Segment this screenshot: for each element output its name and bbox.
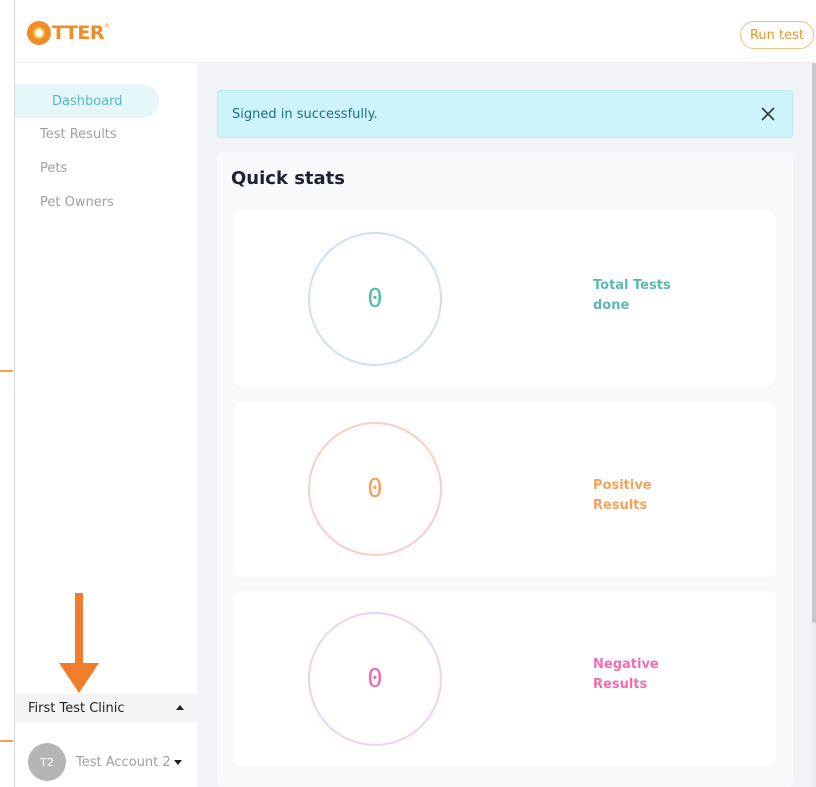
stat-total-tests: 0 Total Tests done (233, 211, 776, 387)
top-header: TTER ® Run test (15, 0, 816, 63)
account-menu[interactable]: T2 Test Account 2 (28, 743, 193, 781)
scrollbar-thumb[interactable] (812, 63, 816, 623)
stat-value: 0 (367, 284, 383, 314)
sidebar-item-dashboard[interactable]: Dashboard (15, 84, 159, 118)
stat-value: 0 (367, 474, 383, 504)
sidebar-item-test-results[interactable]: Test Results (40, 117, 117, 151)
run-test-button[interactable]: Run test (740, 21, 814, 49)
caret-down-icon (174, 759, 182, 765)
stat-value: 0 (367, 664, 383, 694)
alert-message: Signed in successfully. (232, 106, 378, 122)
sidebar-item-pets[interactable]: Pets (40, 151, 67, 185)
success-alert: Signed in successfully. (217, 90, 793, 138)
stat-label: Total Tests done (593, 278, 671, 313)
avatar: T2 (28, 743, 66, 781)
stat-positive-results: 0 Positive Results (233, 401, 776, 577)
logo-text: TTER (52, 22, 104, 44)
otter-logo[interactable]: TTER ® (27, 20, 110, 46)
app-window: TTER ® Run test Dashboard Test Results P… (0, 0, 816, 787)
clinic-name: First Test Clinic (28, 700, 125, 716)
otter-logo-icon (27, 21, 51, 45)
clinic-selector[interactable]: First Test Clinic (15, 694, 197, 722)
stat-circle: 0 (308, 232, 442, 366)
close-icon[interactable] (759, 105, 777, 123)
stat-label: Negative Results (593, 657, 659, 692)
strip-rule (0, 740, 13, 742)
account-name: Test Account 2 (76, 754, 171, 770)
stat-label: Positive Results (593, 478, 652, 513)
quick-stats-title: Quick stats (231, 168, 345, 189)
stat-circle: 0 (308, 612, 442, 746)
stat-circle: 0 (308, 422, 442, 556)
orange-arrow-annotation (59, 593, 99, 693)
sidebar: Dashboard Test Results Pets Pet Owners F… (15, 63, 197, 787)
stat-negative-results: 0 Negative Results (233, 591, 776, 767)
strip-rule (0, 370, 13, 372)
adjacent-window-strip (0, 0, 15, 787)
sidebar-item-pet-owners[interactable]: Pet Owners (40, 185, 114, 219)
logo-trademark: ® (103, 23, 110, 30)
caret-up-icon (176, 705, 184, 710)
